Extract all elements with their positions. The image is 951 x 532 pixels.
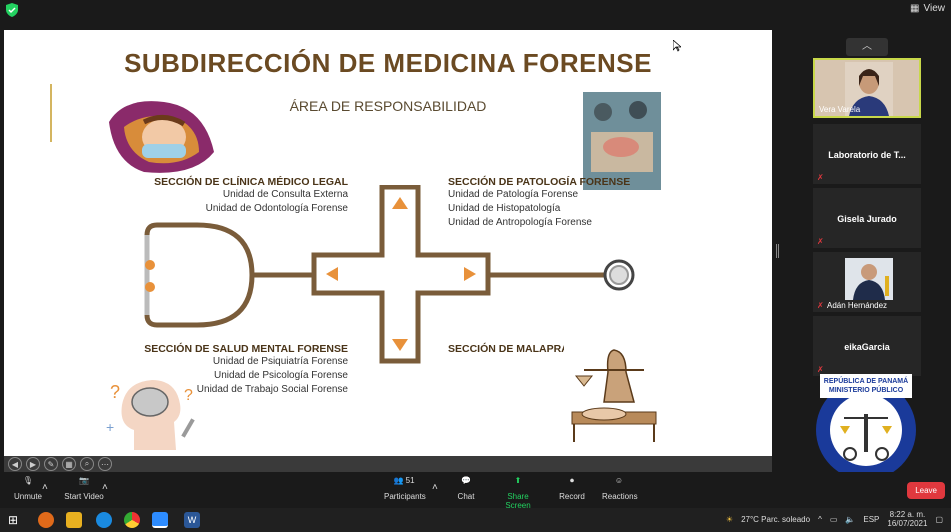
section-clinica-title: SECCIÓN DE CLÍNICA MÉDICO LEGAL: [154, 176, 348, 188]
reactions-button[interactable]: ☺ Reactions: [602, 476, 638, 501]
audio-options-caret[interactable]: ˄: [42, 482, 48, 493]
section-patologia-title: SECCIÓN DE PATOLOGÍA FORENSE: [448, 176, 631, 188]
chat-icon: 💬: [461, 476, 471, 485]
slideshow-controls: ◀ ▶ ✎ ▦ ⌕ ⋯: [4, 456, 772, 472]
clock[interactable]: 8:22 a. m. 16/07/2021: [887, 510, 927, 528]
instituto-medicina-legal-logo: REPÚBLICA DE PANAMÁ MINISTERIO PÚBLICO: [816, 374, 916, 480]
svg-text:?: ?: [110, 382, 120, 402]
share-screen-icon: ⬆: [514, 476, 522, 485]
mental-health-illustration: ? ? +: [106, 380, 195, 450]
leave-button[interactable]: Leave: [907, 482, 945, 499]
muted-mic-icon: ✗: [817, 365, 824, 374]
more-icon[interactable]: ⋯: [98, 457, 112, 471]
edge-icon[interactable]: [96, 512, 112, 528]
system-tray: ☀ 27°C Parc. soleado ^ ▭ 🔈 ESP 8:22 a. m…: [726, 510, 943, 528]
tray-chevron-icon[interactable]: ^: [818, 515, 822, 524]
weather-label[interactable]: 27°C Parc. soleado: [741, 515, 810, 524]
participant-video: [845, 258, 893, 300]
logo-line2: MINISTERIO PÚBLICO: [829, 385, 904, 394]
file-explorer-icon[interactable]: [66, 512, 82, 528]
section-clinica-item: Unidad de Consulta Externa: [222, 189, 348, 200]
section-patologia-item: Unidad de Patología Forense: [448, 189, 579, 200]
previous-slide-icon[interactable]: ◀: [8, 457, 22, 471]
gallery-scroll-up-button[interactable]: ︿: [846, 38, 888, 56]
pen-icon[interactable]: ✎: [44, 457, 58, 471]
next-slide-icon[interactable]: ▶: [26, 457, 40, 471]
svg-text:?: ?: [184, 387, 193, 404]
view-button[interactable]: ▦ View: [910, 3, 945, 14]
zoom-icon[interactable]: ⌕: [80, 457, 94, 471]
record-button[interactable]: ⏺ Record: [558, 476, 586, 501]
participants-options-caret[interactable]: ˄: [432, 482, 438, 493]
start-video-button[interactable]: 📷 Start Video: [64, 476, 104, 501]
participant-tile[interactable]: eikaGarcia ✗: [813, 316, 921, 376]
start-video-label: Start Video: [64, 492, 104, 501]
record-icon: ⏺: [570, 476, 574, 485]
section-clinica: SECCIÓN DE CLÍNICA MÉDICO LEGAL Unidad d…: [154, 176, 348, 216]
muted-mic-icon: ✗: [817, 237, 824, 246]
slides-grid-icon[interactable]: ▦: [62, 457, 76, 471]
weather-icon: ☀: [725, 514, 734, 524]
grid-icon: ▦: [910, 3, 920, 14]
muted-mic-icon: ✗: [817, 173, 824, 182]
participant-name: Vera Varela: [819, 105, 861, 114]
chat-button[interactable]: 💬 Chat: [456, 476, 476, 501]
svg-text:+: +: [106, 419, 114, 435]
meeting-top-bar: ▦ View: [0, 0, 951, 20]
video-off-icon: 📷: [79, 476, 89, 485]
reactions-label: Reactions: [602, 492, 638, 501]
notifications-icon[interactable]: ▢: [935, 515, 943, 524]
zoom-app-icon[interactable]: [152, 512, 168, 528]
slide-title: SUBDIRECCIÓN DE MEDICINA FORENSE: [124, 48, 652, 78]
view-label: View: [923, 3, 946, 14]
volume-icon[interactable]: 🔈: [845, 515, 855, 524]
patient-collar-illustration: [109, 101, 214, 173]
reactions-icon: ☺: [614, 476, 624, 485]
shield-icon[interactable]: [6, 3, 18, 17]
participants-label: Participants: [384, 492, 426, 501]
chat-label: Chat: [457, 492, 475, 501]
participant-tile[interactable]: Adán Hernández ✗: [813, 252, 921, 312]
participant-tile[interactable]: Gisela Jurado ✗: [813, 188, 921, 248]
participants-button[interactable]: 👥 51 Participants: [384, 476, 426, 501]
chrome-icon[interactable]: [124, 512, 140, 528]
share-screen-button[interactable]: ⬆ Share Screen: [496, 476, 540, 510]
presentation-slide: SUBDIRECCIÓN DE MEDICINA FORENSE ÁREA DE…: [4, 30, 772, 456]
section-salud-mental-item: Unidad de Psiquiatría Forense: [212, 356, 348, 367]
record-label: Record: [559, 492, 585, 501]
chevron-up-icon: ︿: [862, 41, 872, 52]
section-patologia-item: Unidad de Histopatología: [448, 203, 561, 214]
participant-name: eikaGarcia: [844, 342, 890, 352]
participant-tile[interactable]: Laboratorio de T... ✗: [813, 124, 921, 184]
participant-name: Gisela Jurado: [837, 214, 897, 224]
word-icon[interactable]: W: [184, 512, 200, 528]
clock-date: 16/07/2021: [887, 519, 928, 528]
video-options-caret[interactable]: ˄: [102, 482, 108, 493]
clock-time: 8:22 a. m.: [889, 510, 926, 519]
network-icon[interactable]: ▭: [830, 515, 838, 524]
firefox-icon[interactable]: [38, 512, 54, 528]
split-handle[interactable]: [776, 244, 779, 258]
section-salud-mental-title: SECCIÓN DE SALUD MENTAL FORENSE: [144, 343, 348, 355]
meeting-controls-bar: 🎙 Unmute ˄ 📷 Start Video ˄ 👥 51 Particip…: [0, 472, 951, 510]
participants-icon: 👥 51: [393, 476, 415, 485]
logo-line1: REPÚBLICA DE PANAMÁ: [824, 376, 908, 385]
windows-taskbar: ⊞ W ☀ 27°C Parc. soleado ^ ▭ 🔈 ESP 8:22 …: [0, 508, 951, 532]
windows-start-icon[interactable]: ⊞: [8, 512, 24, 528]
language-indicator[interactable]: ESP: [863, 515, 879, 524]
unmute-label: Unmute: [13, 492, 42, 501]
muted-mic-icon: 🎙: [22, 476, 34, 485]
section-patologia: SECCIÓN DE PATOLOGÍA FORENSE Unidad de P…: [448, 176, 648, 230]
malpractice-etching: [564, 342, 664, 446]
unmute-button[interactable]: 🎙 Unmute: [12, 476, 44, 501]
participant-tile[interactable]: Vera Varela: [813, 58, 921, 118]
participant-name: Adán Hernández: [827, 301, 888, 310]
muted-mic-icon: ✗: [817, 301, 824, 310]
section-clinica-item: Unidad de Odontología Forense: [205, 203, 348, 214]
participants-count: 51: [405, 476, 415, 485]
mouse-cursor-icon: [673, 40, 681, 52]
section-patologia-item: Unidad de Antropología Forense: [448, 217, 592, 228]
participant-name: Laboratorio de T...: [828, 150, 906, 160]
participant-gallery: ︿ Vera Varela Laboratorio de T... ✗ Gise…: [810, 20, 951, 480]
